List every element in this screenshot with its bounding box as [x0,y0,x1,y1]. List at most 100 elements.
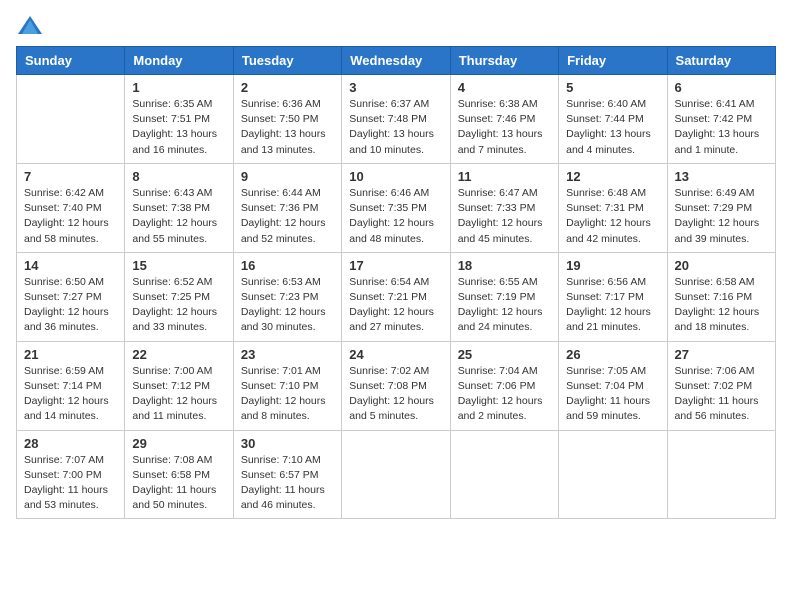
calendar-cell: 28 Sunrise: 7:07 AMSunset: 7:00 PMDayligh… [17,430,125,519]
day-info: Sunrise: 7:07 AMSunset: 7:00 PMDaylight:… [24,453,117,514]
day-number: 15 [132,258,225,273]
calendar-cell: 22 Sunrise: 7:00 AMSunset: 7:12 PMDayligh… [125,341,233,430]
calendar-cell: 29 Sunrise: 7:08 AMSunset: 6:58 PMDayligh… [125,430,233,519]
day-number: 2 [241,80,334,95]
calendar-cell: 26Sunrise: 7:05 AMSunset: 7:04 PMDayligh… [559,341,667,430]
day-info: Sunrise: 6:42 AMSunset: 7:40 PMDaylight:… [24,186,117,247]
day-header-friday: Friday [559,47,667,75]
calendar-cell [17,75,125,164]
calendar-cell: 13 Sunrise: 6:49 AMSunset: 7:29 PMDayligh… [667,163,775,252]
calendar-cell: 11Sunrise: 6:47 AMSunset: 7:33 PMDayligh… [450,163,558,252]
logo-icon [18,16,42,34]
day-number: 23 [241,347,334,362]
day-info: Sunrise: 6:36 AMSunset: 7:50 PMDaylight:… [241,97,334,158]
day-info: Sunrise: 6:41 AMSunset: 7:42 PMDaylight:… [675,97,768,158]
calendar-cell: 2 Sunrise: 6:36 AMSunset: 7:50 PMDaylight… [233,75,341,164]
day-header-saturday: Saturday [667,47,775,75]
day-number: 10 [349,169,442,184]
calendar-cell [450,430,558,519]
day-info: Sunrise: 6:40 AMSunset: 7:44 PMDaylight:… [566,97,659,158]
day-number: 16 [241,258,334,273]
calendar-cell [667,430,775,519]
day-header-sunday: Sunday [17,47,125,75]
day-number: 26 [566,347,659,362]
day-number: 20 [675,258,768,273]
week-row-3: 14 Sunrise: 6:50 AMSunset: 7:27 PMDayligh… [17,252,776,341]
day-number: 30 [241,436,334,451]
calendar-cell: 27 Sunrise: 7:06 AMSunset: 7:02 PMDayligh… [667,341,775,430]
day-number: 28 [24,436,117,451]
calendar-table: SundayMondayTuesdayWednesdayThursdayFrid… [16,46,776,519]
day-info: Sunrise: 6:46 AMSunset: 7:35 PMDaylight:… [349,186,442,247]
calendar-cell: 15 Sunrise: 6:52 AMSunset: 7:25 PMDayligh… [125,252,233,341]
calendar-cell [342,430,450,519]
calendar-cell: 14 Sunrise: 6:50 AMSunset: 7:27 PMDayligh… [17,252,125,341]
calendar-cell: 5Sunrise: 6:40 AMSunset: 7:44 PMDaylight… [559,75,667,164]
day-info: Sunrise: 6:52 AMSunset: 7:25 PMDaylight:… [132,275,225,336]
day-header-monday: Monday [125,47,233,75]
day-number: 8 [132,169,225,184]
week-row-2: 7Sunrise: 6:42 AMSunset: 7:40 PMDaylight… [17,163,776,252]
logo [16,16,44,34]
day-info: Sunrise: 6:55 AMSunset: 7:19 PMDaylight:… [458,275,551,336]
calendar-cell: 24 Sunrise: 7:02 AMSunset: 7:08 PMDayligh… [342,341,450,430]
day-info: Sunrise: 6:56 AMSunset: 7:17 PMDaylight:… [566,275,659,336]
day-number: 3 [349,80,442,95]
day-number: 19 [566,258,659,273]
day-info: Sunrise: 6:49 AMSunset: 7:29 PMDaylight:… [675,186,768,247]
day-info: Sunrise: 7:04 AMSunset: 7:06 PMDaylight:… [458,364,551,425]
day-header-wednesday: Wednesday [342,47,450,75]
day-number: 14 [24,258,117,273]
calendar-cell: 30Sunrise: 7:10 AMSunset: 6:57 PMDayligh… [233,430,341,519]
calendar-cell: 16 Sunrise: 6:53 AMSunset: 7:23 PMDayligh… [233,252,341,341]
day-info: Sunrise: 6:44 AMSunset: 7:36 PMDaylight:… [241,186,334,247]
calendar-cell: 7Sunrise: 6:42 AMSunset: 7:40 PMDaylight… [17,163,125,252]
day-number: 18 [458,258,551,273]
day-info: Sunrise: 7:08 AMSunset: 6:58 PMDaylight:… [132,453,225,514]
day-number: 21 [24,347,117,362]
day-info: Sunrise: 6:37 AMSunset: 7:48 PMDaylight:… [349,97,442,158]
day-info: Sunrise: 7:01 AMSunset: 7:10 PMDaylight:… [241,364,334,425]
day-info: Sunrise: 6:53 AMSunset: 7:23 PMDaylight:… [241,275,334,336]
calendar-cell: 8 Sunrise: 6:43 AMSunset: 7:38 PMDaylight… [125,163,233,252]
calendar-cell: 4Sunrise: 6:38 AMSunset: 7:46 PMDaylight… [450,75,558,164]
day-info: Sunrise: 7:02 AMSunset: 7:08 PMDaylight:… [349,364,442,425]
calendar-cell: 19 Sunrise: 6:56 AMSunset: 7:17 PMDayligh… [559,252,667,341]
day-number: 1 [132,80,225,95]
calendar-cell [559,430,667,519]
day-info: Sunrise: 7:00 AMSunset: 7:12 PMDaylight:… [132,364,225,425]
calendar-cell: 17Sunrise: 6:54 AMSunset: 7:21 PMDayligh… [342,252,450,341]
day-number: 17 [349,258,442,273]
day-info: Sunrise: 6:59 AMSunset: 7:14 PMDaylight:… [24,364,117,425]
day-info: Sunrise: 6:35 AMSunset: 7:51 PMDaylight:… [132,97,225,158]
week-row-1: 1 Sunrise: 6:35 AMSunset: 7:51 PMDaylight… [17,75,776,164]
day-number: 4 [458,80,551,95]
day-number: 13 [675,169,768,184]
day-info: Sunrise: 6:43 AMSunset: 7:38 PMDaylight:… [132,186,225,247]
calendar-cell: 1 Sunrise: 6:35 AMSunset: 7:51 PMDaylight… [125,75,233,164]
day-number: 6 [675,80,768,95]
calendar-cell: 25 Sunrise: 7:04 AMSunset: 7:06 PMDayligh… [450,341,558,430]
day-info: Sunrise: 6:50 AMSunset: 7:27 PMDaylight:… [24,275,117,336]
day-number: 29 [132,436,225,451]
calendar-cell: 12Sunrise: 6:48 AMSunset: 7:31 PMDayligh… [559,163,667,252]
calendar-cell: 21 Sunrise: 6:59 AMSunset: 7:14 PMDayligh… [17,341,125,430]
day-number: 25 [458,347,551,362]
calendar-cell: 20Sunrise: 6:58 AMSunset: 7:16 PMDayligh… [667,252,775,341]
day-number: 9 [241,169,334,184]
day-info: Sunrise: 7:06 AMSunset: 7:02 PMDaylight:… [675,364,768,425]
week-row-4: 21 Sunrise: 6:59 AMSunset: 7:14 PMDayligh… [17,341,776,430]
day-number: 24 [349,347,442,362]
day-header-thursday: Thursday [450,47,558,75]
calendar-cell: 6 Sunrise: 6:41 AMSunset: 7:42 PMDaylight… [667,75,775,164]
day-number: 27 [675,347,768,362]
calendar-cell: 9 Sunrise: 6:44 AMSunset: 7:36 PMDaylight… [233,163,341,252]
day-number: 22 [132,347,225,362]
calendar-cell: 18 Sunrise: 6:55 AMSunset: 7:19 PMDayligh… [450,252,558,341]
calendar-cell: 3 Sunrise: 6:37 AMSunset: 7:48 PMDaylight… [342,75,450,164]
day-info: Sunrise: 6:47 AMSunset: 7:33 PMDaylight:… [458,186,551,247]
calendar-cell: 23 Sunrise: 7:01 AMSunset: 7:10 PMDayligh… [233,341,341,430]
week-row-5: 28 Sunrise: 7:07 AMSunset: 7:00 PMDayligh… [17,430,776,519]
day-header-tuesday: Tuesday [233,47,341,75]
page-header [16,16,776,34]
